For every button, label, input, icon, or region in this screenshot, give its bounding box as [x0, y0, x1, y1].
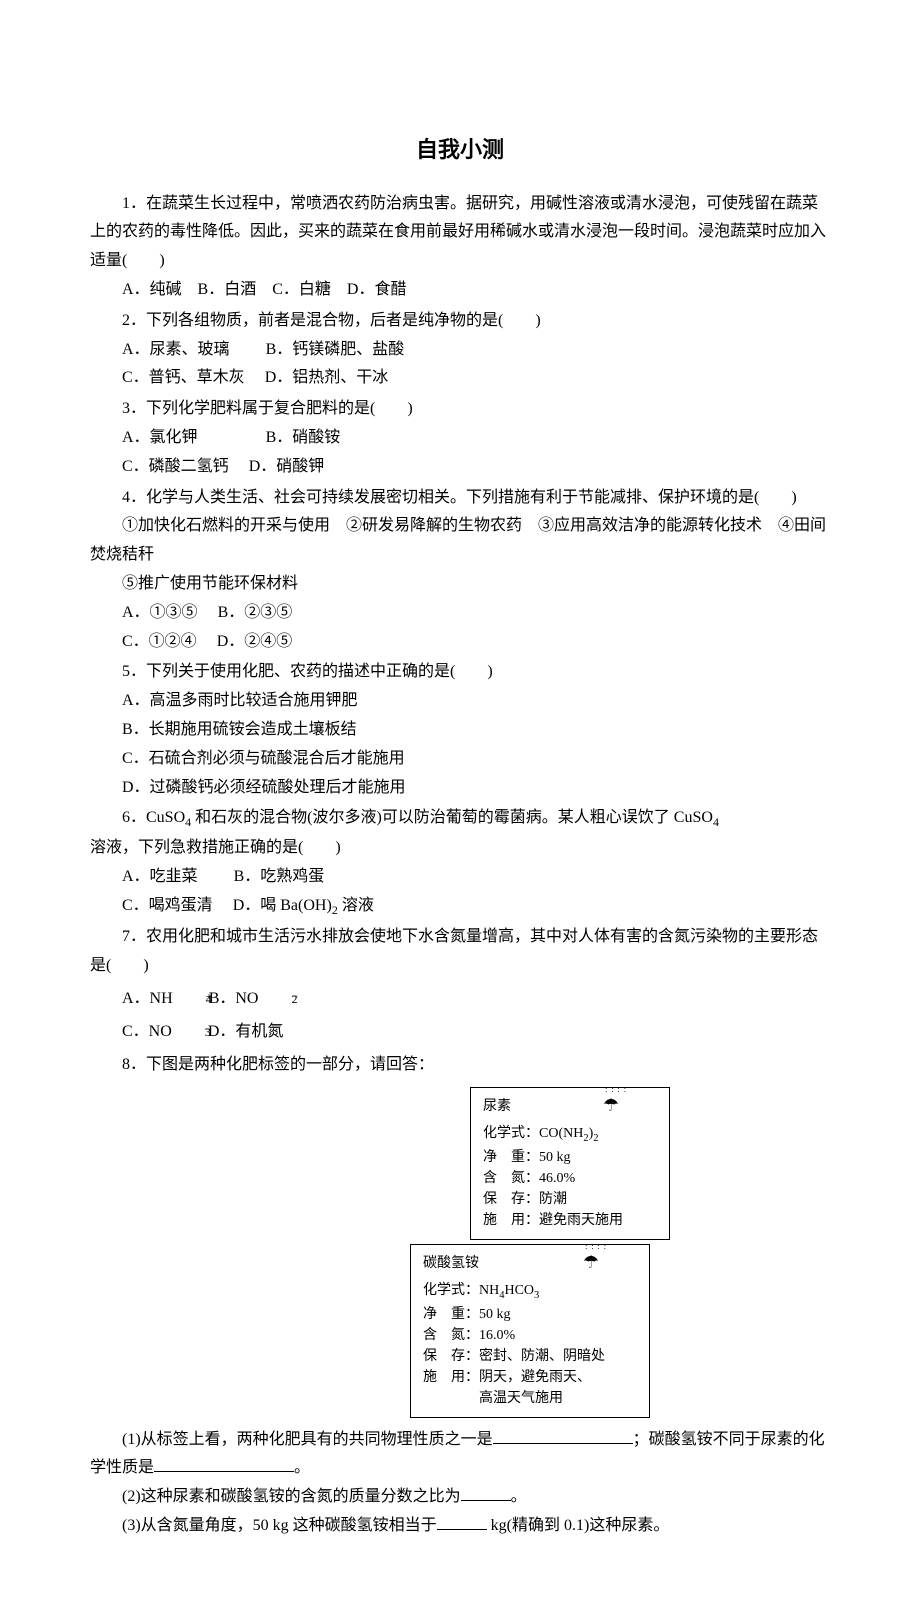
q2-opt-d: D．铝热剂、干冰: [265, 369, 389, 386]
q7-opt-c: C．NO3−: [122, 1023, 188, 1040]
q4-stem: 4．化学与人类生活、社会可持续发展密切相关。下列措施有利于节能减排、保护环境的是…: [90, 484, 830, 513]
q8-sub1: (1)从标签上看，两种化肥具有的共同物理性质之一是；碳酸氢铵不同于尿素的化学性质…: [90, 1426, 830, 1484]
question-1: 1．在蔬菜生长过程中，常喷洒农药防治病虫害。据研究，用碱性溶液或清水浸泡，可使残…: [90, 190, 830, 305]
label1-usage: 施 用：避免雨天施用: [483, 1210, 657, 1231]
q3-opt-c: C．磷酸二氢钙: [122, 458, 229, 475]
q4-items: ①加快化石燃料的开采与使用 ②研发易降解的生物农药 ③应用高效洁净的能源转化技术…: [90, 512, 830, 570]
q2-opt-b: B．钙镁磷肥、盐酸: [266, 341, 405, 358]
blank-input[interactable]: [461, 1500, 511, 1501]
label1-weight: 净 重：50 kg: [483, 1147, 657, 1168]
fertilizer-label-1: : : : : ☂ 尿素 化学式：CO(NH2)2 净 重：50 kg 含 氮：…: [470, 1087, 670, 1240]
fertilizer-label-2: : : : : ☂ 碳酸氢铵 化学式：NH4HCO3 净 重：50 kg 含 氮…: [410, 1244, 650, 1418]
page-title: 自我小测: [90, 130, 830, 170]
q5-opt-b: B．长期施用硫铵会造成土壤板结: [90, 716, 830, 745]
q7-stem: 7．农用化肥和城市生活污水排放会使地下水含氮量增高，其中对人体有害的含氮污染物的…: [90, 923, 830, 981]
q4-options-row1: A．①③⑤ B．②③⑤: [90, 599, 830, 628]
q5-opt-d: D．过磷酸钙必须经硫酸处理后才能施用: [90, 774, 830, 803]
q6-opt-b: B．吃熟鸡蛋: [234, 868, 325, 885]
q3-options-row2: C．磷酸二氢钙 D．硝酸钾: [90, 453, 830, 482]
q7-opt-d: D．有机氮: [208, 1023, 284, 1040]
q2-opt-a: A．尿素、玻璃: [122, 341, 230, 358]
q4-opt-a: A．①③⑤: [122, 604, 198, 621]
label2-weight: 净 重：50 kg: [423, 1304, 637, 1325]
umbrella-icon: ☂: [603, 1092, 619, 1119]
label1-nitrogen: 含 氮：46.0%: [483, 1168, 657, 1189]
q4-item5: ⑤推广使用节能环保材料: [90, 570, 830, 599]
q3-opt-b: B．硝酸铵: [266, 429, 341, 446]
q4-options-row2: C．①②④ D．②④⑤: [90, 628, 830, 657]
q6-opt-d: D．喝 Ba(OH)2 溶液: [233, 897, 374, 914]
question-3: 3．下列化学肥料属于复合肥料的是( ) A．氯化钾 B．硝酸铵 C．磷酸二氢钙 …: [90, 395, 830, 481]
label1-storage: 保 存：防潮: [483, 1189, 657, 1210]
q2-options-row1: A．尿素、玻璃 B．钙镁磷肥、盐酸: [90, 336, 830, 365]
q3-options-row1: A．氯化钾 B．硝酸铵: [90, 424, 830, 453]
blank-input[interactable]: [437, 1529, 487, 1530]
label1-formula: 化学式：CO(NH2)2: [483, 1123, 657, 1147]
question-6: 6．CuSO4 和石灰的混合物(波尔多液)可以防治葡萄的霉菌病。某人粗心误饮了 …: [90, 804, 830, 921]
q3-stem: 3．下列化学肥料属于复合肥料的是( ): [90, 395, 830, 424]
q7-options-row1: A．NH4+ B．NO2−: [90, 985, 830, 1014]
q5-stem: 5．下列关于使用化肥、农药的描述中正确的是( ): [90, 658, 830, 687]
q4-opt-b: B．②③⑤: [218, 604, 293, 621]
q8-sub3: (3)从含氮量角度，50 kg 这种碳酸氢铵相当于 kg(精确到 0.1)这种尿…: [90, 1512, 830, 1541]
label2-usage2: 高温天气施用: [423, 1388, 637, 1409]
question-8: 8．下图是两种化肥标签的一部分，请回答： : : : : ☂ 尿素 化学式：CO…: [90, 1051, 830, 1541]
q6-opt-c: C．喝鸡蛋清: [122, 897, 213, 914]
q2-options-row2: C．普钙、草木灰 D．铝热剂、干冰: [90, 364, 830, 393]
blank-input[interactable]: [493, 1443, 633, 1444]
q3-opt-d: D．硝酸钾: [249, 458, 325, 475]
q6-options-row2: C．喝鸡蛋清 D．喝 Ba(OH)2 溶液: [90, 892, 830, 922]
umbrella-icon: ☂: [583, 1249, 599, 1276]
q4-opt-d: D．②④⑤: [217, 633, 293, 650]
q6-stem-2: 溶液，下列急救措施正确的是( ): [90, 834, 830, 863]
q8-stem: 8．下图是两种化肥标签的一部分，请回答：: [90, 1051, 830, 1080]
label1-name: 尿素: [483, 1096, 657, 1117]
blank-input[interactable]: [154, 1471, 294, 1472]
q6-options-row1: A．吃韭菜 B．吃熟鸡蛋: [90, 863, 830, 892]
label2-nitrogen: 含 氮：16.0%: [423, 1325, 637, 1346]
question-7: 7．农用化肥和城市生活污水排放会使地下水含氮量增高，其中对人体有害的含氮污染物的…: [90, 923, 830, 1046]
label2-name: 碳酸氢铵: [423, 1253, 637, 1274]
question-5: 5．下列关于使用化肥、农药的描述中正确的是( ) A．高温多雨时比较适合施用钾肥…: [90, 658, 830, 802]
q6-opt-a: A．吃韭菜: [122, 868, 198, 885]
q2-opt-c: C．普钙、草木灰: [122, 369, 245, 386]
question-4: 4．化学与人类生活、社会可持续发展密切相关。下列措施有利于节能减排、保护环境的是…: [90, 484, 830, 657]
q2-stem: 2．下列各组物质，前者是混合物，后者是纯净物的是( ): [90, 307, 830, 336]
q3-opt-a: A．氯化钾: [122, 429, 198, 446]
q5-opt-c: C．石硫合剂必须与硫酸混合后才能施用: [90, 745, 830, 774]
q5-opt-a: A．高温多雨时比较适合施用钾肥: [90, 687, 830, 716]
q1-options: A．纯碱 B．白酒 C．白糖 D．食醋: [90, 276, 830, 305]
label2-storage: 保 存：密封、防潮、阴暗处: [423, 1346, 637, 1367]
q7-options-row2: C．NO3− D．有机氮: [90, 1018, 830, 1047]
q1-stem: 1．在蔬菜生长过程中，常喷洒农药防治病虫害。据研究，用碱性溶液或清水浸泡，可使残…: [90, 190, 830, 276]
question-2: 2．下列各组物质，前者是混合物，后者是纯净物的是( ) A．尿素、玻璃 B．钙镁…: [90, 307, 830, 393]
label2-usage1: 施 用：阴天，避免雨天、: [423, 1367, 637, 1388]
q7-opt-a: A．NH4+: [122, 990, 189, 1007]
label2-formula: 化学式：NH4HCO3: [423, 1280, 637, 1304]
q6-stem: 6．CuSO4 和石灰的混合物(波尔多液)可以防治葡萄的霉菌病。某人粗心误饮了 …: [90, 804, 830, 834]
q7-opt-b: B．NO2−: [209, 990, 259, 1007]
q8-sub2: (2)这种尿素和碳酸氢铵的含氮的质量分数之比为。: [90, 1483, 830, 1512]
q4-opt-c: C．①②④: [122, 633, 197, 650]
